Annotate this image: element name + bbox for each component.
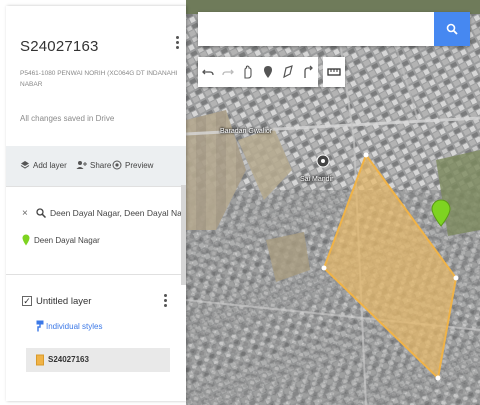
search-result-query[interactable]: Deen Dayal Nagar, Deen Dayal Nagar (50, 208, 184, 218)
add-layer-button[interactable]: Add layer (20, 160, 67, 170)
layer-title[interactable]: Untitled layer (36, 296, 91, 307)
close-icon[interactable]: × (22, 208, 28, 219)
feature-label: S24027163 (48, 355, 89, 364)
add-person-icon (76, 161, 87, 169)
layer-options-kebab-icon[interactable] (160, 292, 170, 312)
panel-scrollbar[interactable] (181, 185, 186, 285)
search-icon (446, 23, 458, 35)
polygon-feature-icon (36, 354, 44, 366)
redo-button[interactable] (218, 57, 238, 87)
map-sidebar-panel: S24027163 P5461-1080 PENWAI NORIH (XC064… (6, 6, 186, 401)
preview-button[interactable]: Preview (112, 160, 153, 170)
add-directions-button[interactable] (298, 57, 318, 87)
share-label: Share (90, 160, 112, 170)
toolbar-main-group (198, 57, 318, 87)
ruler-icon (327, 68, 341, 76)
add-marker-icon (264, 66, 272, 78)
map-label-baradari: Baradari Gwalior (220, 128, 273, 135)
individual-styles-link[interactable]: Individual styles (46, 322, 102, 331)
share-button[interactable]: Share (76, 160, 111, 170)
undo-icon (202, 69, 214, 76)
map-title[interactable]: S24027163 (20, 38, 99, 55)
eye-icon (112, 160, 122, 170)
redo-icon (222, 69, 234, 76)
layers-icon (20, 161, 30, 169)
search-result-place[interactable]: Deen Dayal Nagar (34, 236, 100, 245)
search-icon (36, 208, 46, 218)
map-toolbar (198, 57, 345, 87)
draw-line-button[interactable] (278, 57, 298, 87)
search-input[interactable] (198, 12, 434, 46)
divider (6, 186, 186, 187)
layer-section: ✓ Untitled layer Individual styles S2402… (6, 280, 186, 401)
map-search-box (198, 12, 470, 46)
select-items-button[interactable] (238, 57, 258, 87)
measure-button[interactable] (323, 57, 345, 87)
paint-roller-icon (36, 320, 44, 332)
map-actions-bar: Add layer Share Preview (6, 146, 186, 186)
map-description[interactable]: P5461-1080 PENWAI NORIH (XC064G DT INDAN… (20, 68, 180, 90)
map-header: S24027163 P5461-1080 PENWAI NORIH (XC064… (6, 6, 186, 146)
layer-visibility-checkbox[interactable]: ✓ (22, 296, 32, 306)
add-layer-label: Add layer (33, 160, 67, 170)
map-options-kebab-icon[interactable] (172, 34, 182, 54)
draw-line-icon (283, 65, 293, 79)
add-marker-button[interactable] (258, 57, 278, 87)
save-status: All changes saved in Drive (20, 114, 115, 123)
feature-item[interactable]: S24027163 (26, 348, 170, 372)
undo-button[interactable] (198, 57, 218, 87)
green-pin-icon (22, 234, 30, 246)
map-label-sai-mandir: Sai Mandir (300, 176, 334, 183)
search-result-layer: × Deen Dayal Nagar, Deen Dayal Nagar Dee… (6, 192, 186, 270)
add-directions-icon (304, 65, 313, 78)
search-button[interactable] (434, 12, 470, 46)
preview-label: Preview (125, 160, 154, 170)
hand-icon (244, 65, 252, 79)
divider (6, 274, 186, 275)
